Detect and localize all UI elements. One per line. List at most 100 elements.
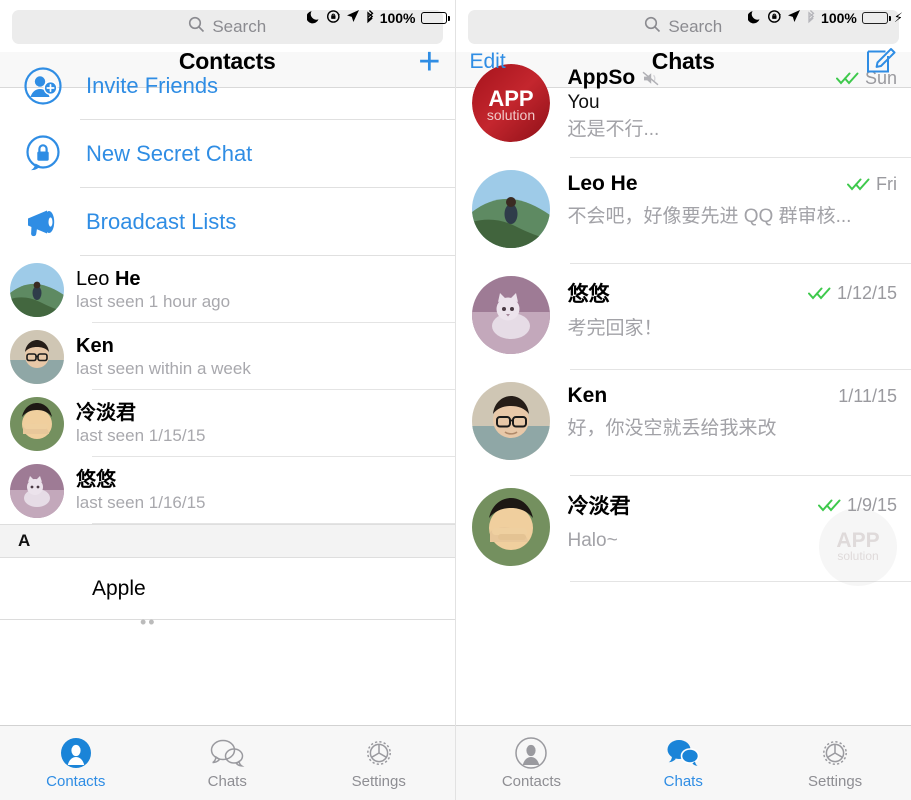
edit-button[interactable]: Edit — [470, 50, 506, 74]
partial-row: •• — [0, 612, 455, 634]
chats-icon — [665, 736, 701, 770]
chat-body: 冷淡君 1/9/15 Halo~ — [568, 488, 898, 582]
avatar: APP solution — [471, 64, 550, 142]
plus-icon: + — [418, 40, 441, 83]
chat-row[interactable]: Leo He Fri 不会吧，好像要先进 QQ 群审核... — [456, 158, 911, 264]
chat-header: Ken 1/11/15 — [568, 384, 898, 408]
battery-percent: 100% — [821, 10, 857, 26]
settings-gear-icon — [362, 736, 396, 770]
contact-texts: 悠悠 last seen 1/16/15 — [76, 468, 205, 514]
chats-list-area: Search APP solution AppSo Sun You 还是不行..… — [455, 0, 911, 726]
contact-row[interactable]: 冷淡君 last seen 1/15/15 — [0, 390, 455, 457]
bluetooth-icon — [365, 9, 375, 28]
avatar — [10, 262, 64, 317]
contact-status: last seen 1/15/15 — [76, 425, 206, 445]
avatar — [471, 276, 550, 354]
battery-icon — [420, 12, 450, 24]
chat-name: Leo He — [567, 172, 638, 195]
chat-timestamp: 1/12/15 — [836, 282, 897, 303]
chat-meta: 1/9/15 — [817, 495, 897, 516]
contact-row[interactable]: 悠悠 last seen 1/16/15 — [0, 457, 455, 524]
action-rows: Invite Friends New Secret Chat Broadcast… — [0, 52, 455, 256]
contact-name: Ken — [76, 334, 114, 357]
tab-bar-left: Contacts Chats Settings — [0, 725, 455, 800]
row-divider — [92, 523, 455, 524]
chat-name: 悠悠 — [567, 283, 610, 306]
read-receipt-icon — [847, 177, 871, 191]
tab-settings[interactable]: Settings — [303, 736, 455, 790]
compose-button[interactable] — [865, 43, 897, 80]
tab-contacts[interactable]: Contacts — [456, 736, 608, 790]
action-invite-friends[interactable]: Invite Friends — [0, 52, 455, 120]
moon-icon — [747, 9, 762, 28]
tab-label: Contacts — [501, 773, 562, 790]
add-contact-button[interactable]: + — [418, 40, 441, 83]
rotation-lock-icon — [767, 9, 782, 28]
contact-texts: 冷淡君 last seen 1/15/15 — [76, 401, 205, 447]
contact-name: Apple — [92, 577, 146, 600]
action-broadcast-lists[interactable]: Broadcast Lists — [0, 188, 455, 256]
chat-header: AppSo Sun — [568, 66, 898, 90]
chat-meta: 1/11/15 — [838, 386, 897, 407]
contact-row[interactable]: Leo He last seen 1 hour ago — [0, 256, 455, 323]
chat-sender: You — [567, 92, 600, 113]
chat-body: Ken 1/11/15 好，你没空就丢给我来改 — [568, 382, 898, 476]
person-add-icon — [22, 66, 64, 106]
chat-row[interactable]: 冷淡君 1/9/15 Halo~ — [456, 476, 911, 582]
chat-timestamp: Fri — [876, 173, 897, 194]
chat-row[interactable]: APP solution AppSo Sun You 还是不行... — [456, 52, 911, 158]
chat-meta: Fri — [847, 174, 897, 195]
contact-status: last seen within a week — [76, 358, 251, 378]
charging-bolt-icon: ⚡ — [893, 10, 903, 25]
contact-row[interactable]: Ken last seen within a week — [0, 323, 455, 390]
chat-name: AppSo — [567, 66, 636, 89]
contact-row-apple[interactable]: Apple — [0, 558, 455, 620]
location-arrow-icon — [346, 9, 360, 27]
chat-timestamp: 1/11/15 — [838, 385, 897, 406]
chat-row[interactable]: 悠悠 1/12/15 考完回家！ — [456, 264, 911, 370]
contact-name: 悠悠 — [76, 468, 116, 491]
tab-label: Settings — [807, 773, 863, 790]
chat-row[interactable]: Ken 1/11/15 好，你没空就丢给我来改 — [456, 370, 911, 476]
dual-screenshot: -69 中国电信 VPN 23:32 — [0, 0, 911, 800]
mute-icon — [642, 71, 659, 86]
rotation-lock-icon — [326, 9, 341, 28]
tab-chats[interactable]: Chats — [152, 736, 304, 790]
chat-name: Ken — [567, 384, 608, 407]
chat-header: 冷淡君 1/9/15 — [568, 490, 898, 520]
tab-label: Chats — [207, 773, 247, 790]
action-new-secret-chat[interactable]: New Secret Chat — [0, 120, 455, 188]
lock-bubble-icon — [22, 134, 64, 174]
contacts-rows: Leo He last seen 1 hour ago Ken last see… — [0, 256, 455, 524]
chat-header: Leo He Fri — [568, 172, 898, 196]
tab-bar-right: Contacts Chats Settings — [455, 725, 911, 800]
section-header-a: A — [0, 524, 455, 558]
avatar — [471, 170, 550, 248]
tab-settings[interactable]: Settings — [759, 736, 911, 790]
chat-body: 悠悠 1/12/15 考完回家！ — [568, 276, 898, 370]
tab-label: Settings — [351, 773, 406, 790]
search-icon — [188, 16, 205, 38]
avatar — [10, 463, 64, 518]
tab-label: Chats — [663, 773, 703, 790]
compose-icon — [865, 43, 897, 80]
tab-chats[interactable]: Chats — [607, 736, 759, 790]
chat-body: AppSo Sun You 还是不行... — [568, 64, 898, 158]
avatar — [471, 488, 550, 566]
search-placeholder: Search — [668, 17, 723, 36]
chats-icon — [209, 736, 245, 770]
tab-contacts[interactable]: Contacts — [0, 736, 152, 790]
contacts-icon — [514, 736, 548, 770]
chats-screen: -69 中国电信 VPN 23:30 — [454, 0, 911, 800]
chat-preview: Halo~ — [567, 530, 618, 551]
contact-name: 冷淡君 — [76, 401, 136, 424]
chat-body: Leo He Fri 不会吧，好像要先进 QQ 群审核... — [568, 170, 898, 264]
chat-preview: 不会吧，好像要先进 QQ 群审核... — [567, 206, 852, 227]
status-right-group: 100% — [306, 9, 450, 28]
chat-preview: 还是不行... — [567, 119, 660, 140]
contact-status: last seen 1 hour ago — [76, 291, 231, 311]
avatar — [471, 382, 550, 460]
partial-row-text: •• — [140, 612, 157, 632]
tab-label: Contacts — [46, 773, 106, 790]
read-receipt-icon — [807, 286, 832, 300]
